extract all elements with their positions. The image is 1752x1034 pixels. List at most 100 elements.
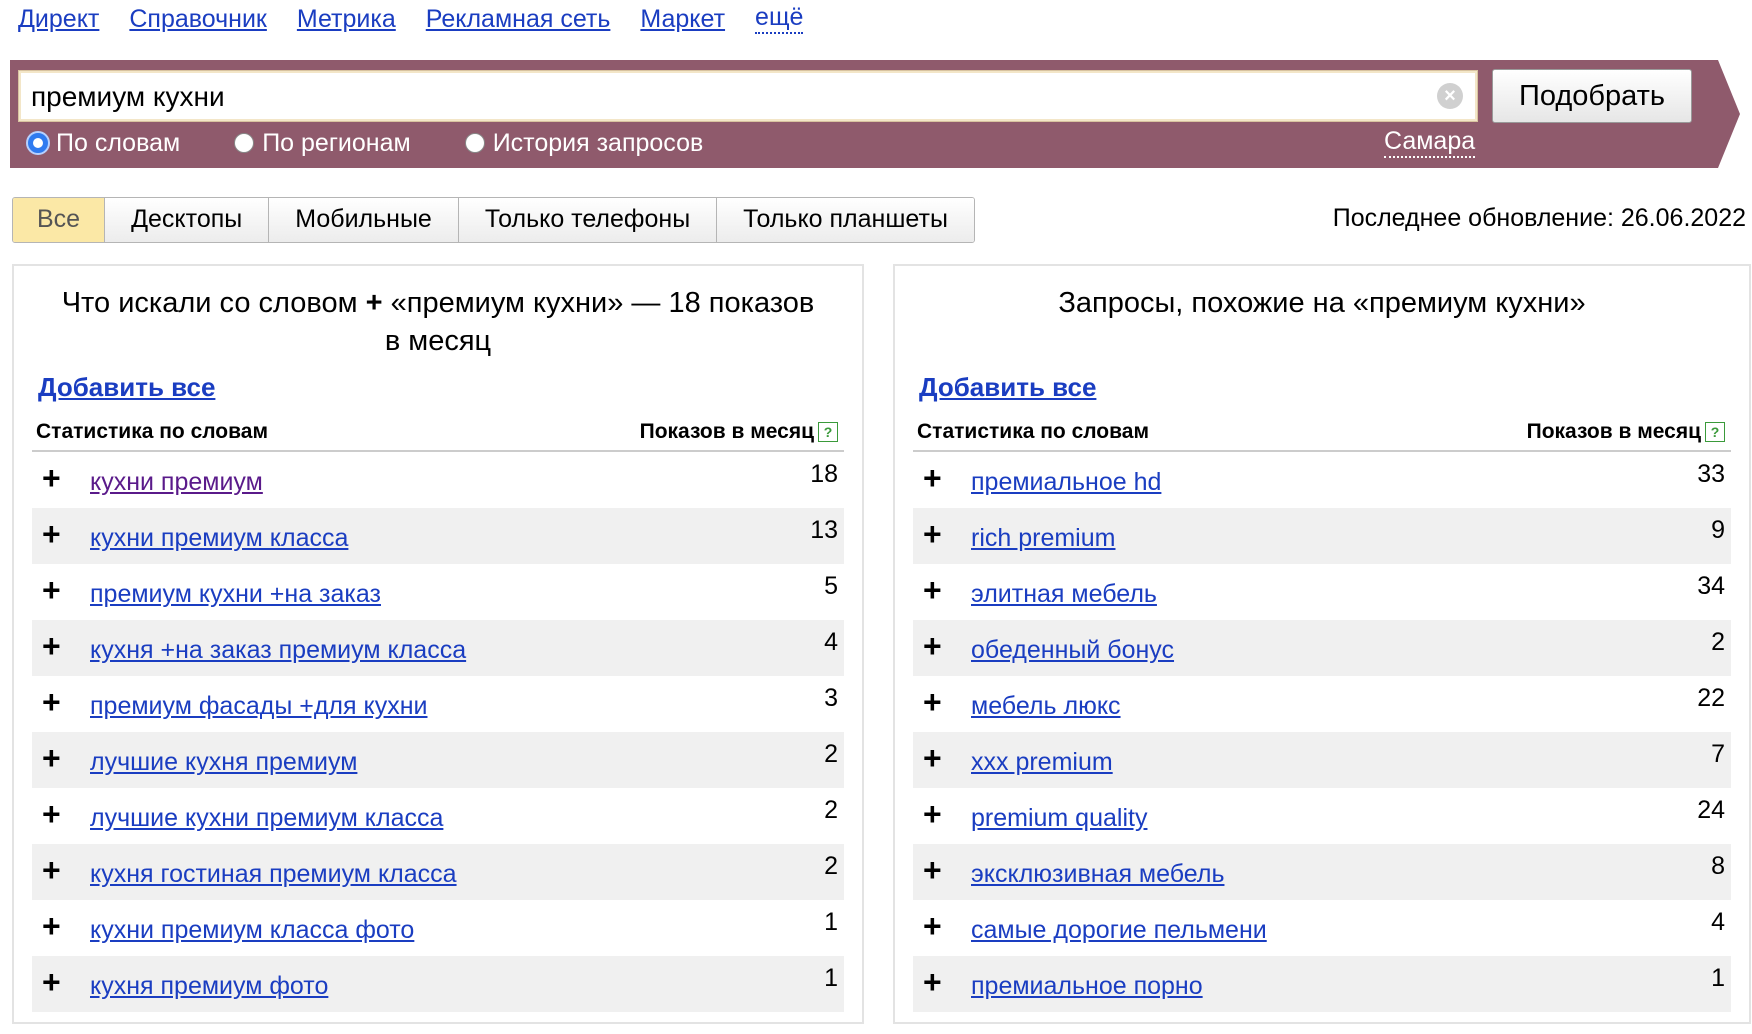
- left-panel: Что искали со словом + «премиум кухни» —…: [12, 264, 864, 1024]
- add-phrase-plus-icon[interactable]: +: [42, 798, 61, 830]
- col-counts: Показов в месяц?: [1527, 420, 1725, 444]
- impressions-count: 22: [1697, 684, 1725, 712]
- radio-by-regions[interactable]: По регионам: [234, 126, 411, 160]
- add-phrase-plus-icon[interactable]: +: [42, 966, 61, 998]
- search-box: ×: [18, 70, 1478, 123]
- add-phrase-plus-icon[interactable]: +: [923, 798, 942, 830]
- table-row: + кухни премиум класса 13: [32, 508, 844, 564]
- add-phrase-plus-icon[interactable]: +: [923, 686, 942, 718]
- add-phrase-plus-icon[interactable]: +: [42, 686, 61, 718]
- impressions-count: 8: [1711, 852, 1725, 880]
- add-phrase-plus-icon[interactable]: +: [923, 462, 942, 494]
- help-icon[interactable]: ?: [818, 422, 838, 442]
- phrase-link[interactable]: премиум фасады +для кухни: [90, 692, 427, 721]
- radio-history[interactable]: История запросов: [464, 126, 703, 160]
- tab-mobile[interactable]: Мобильные: [269, 198, 459, 242]
- impressions-count: 1: [824, 964, 838, 992]
- tab-phones-only[interactable]: Только телефоны: [458, 198, 718, 242]
- radio-dot: [234, 133, 255, 153]
- radio-dot: [28, 133, 48, 153]
- phrase-link[interactable]: xxx premium: [971, 748, 1113, 777]
- phrase-link[interactable]: премиальное порно: [971, 972, 1203, 1001]
- last-update: Последнее обновление: 26.06.2022: [1332, 204, 1746, 232]
- help-icon[interactable]: ?: [1705, 422, 1725, 442]
- impressions-count: 24: [1697, 796, 1725, 824]
- add-phrase-plus-icon[interactable]: +: [923, 966, 942, 998]
- add-phrase-plus-icon[interactable]: +: [42, 574, 61, 606]
- phrase-link[interactable]: rich premium: [971, 524, 1115, 553]
- add-phrase-plus-icon[interactable]: +: [42, 518, 61, 550]
- phrase-link[interactable]: кухня гостиная премиум класса: [90, 860, 457, 889]
- right-panel-title: Запросы, похожие на «премиум кухни»: [1058, 287, 1586, 319]
- add-phrase-plus-icon[interactable]: +: [42, 462, 61, 494]
- add-all-link[interactable]: Добавить все: [38, 372, 215, 403]
- impressions-count: 2: [824, 852, 838, 880]
- add-phrase-plus-icon[interactable]: +: [923, 574, 942, 606]
- table-row: + премиум кухни +на заказ 5: [32, 564, 844, 620]
- nav-metrika[interactable]: Метрика: [297, 2, 396, 36]
- phrase-link[interactable]: элитная мебель: [971, 580, 1157, 609]
- phrase-link[interactable]: лучшие кухни премиум класса: [90, 804, 443, 833]
- search-mode-radios: По словам По регионам История запросов: [28, 126, 757, 160]
- impressions-count: 2: [1711, 628, 1725, 656]
- add-phrase-plus-icon[interactable]: +: [923, 1022, 942, 1024]
- add-phrase-plus-icon[interactable]: +: [42, 910, 61, 942]
- nav-ad-network[interactable]: Рекламная сеть: [426, 2, 611, 36]
- radio-by-words[interactable]: По словам: [28, 126, 180, 160]
- table-row: + premium quality 24: [913, 788, 1731, 844]
- phrase-link[interactable]: кухни премиум класса фото: [90, 916, 414, 945]
- nav-more[interactable]: ещё: [755, 4, 804, 34]
- impressions-count: 2: [824, 796, 838, 824]
- table-row: + лучшие кухни премиум класса 2: [32, 788, 844, 844]
- impressions-count: 1: [824, 908, 838, 936]
- table-row: + самые дорогие пельмени 4: [913, 900, 1731, 956]
- add-phrase-plus-icon[interactable]: +: [42, 742, 61, 774]
- table-row: + rich premium 9: [913, 508, 1731, 564]
- phrase-link[interactable]: кухня премиум фото: [90, 972, 328, 1001]
- clear-icon[interactable]: ×: [1437, 83, 1463, 109]
- add-phrase-plus-icon[interactable]: +: [923, 518, 942, 550]
- col-words: Статистика по словам: [917, 420, 1149, 443]
- table-header: Статистика по словам Показов в месяц?: [32, 418, 844, 452]
- nav-directory[interactable]: Справочник: [129, 2, 267, 36]
- phrase-link[interactable]: премиальное hd: [971, 468, 1161, 497]
- phrase-link[interactable]: мебель люкс: [971, 692, 1121, 721]
- impressions-count: 4: [824, 628, 838, 656]
- table-row: + кухня премиум фото 1: [32, 956, 844, 1012]
- nav-direct[interactable]: Директ: [18, 2, 99, 36]
- impressions-count: 5: [824, 572, 838, 600]
- tab-all[interactable]: Все: [13, 198, 106, 242]
- phrase-link[interactable]: премиум кухни +на заказ: [90, 580, 381, 609]
- add-phrase-plus-icon[interactable]: +: [42, 630, 61, 662]
- phrase-link[interactable]: лучшие кухня премиум: [90, 748, 357, 777]
- add-phrase-plus-icon[interactable]: +: [923, 742, 942, 774]
- phrase-link[interactable]: кухни премиум класса: [90, 524, 348, 553]
- tab-tablets-only[interactable]: Только планшеты: [717, 198, 974, 242]
- phrase-link[interactable]: кухня +на заказ премиум класса: [90, 636, 466, 665]
- top-nav: Директ Справочник Метрика Рекламная сеть…: [18, 2, 804, 36]
- phrase-link[interactable]: кухни премиум: [90, 468, 263, 497]
- plus-icon: +: [365, 287, 383, 319]
- submit-button[interactable]: Подобрать: [1492, 69, 1692, 123]
- add-phrase-plus-icon[interactable]: +: [923, 630, 942, 662]
- phrase-link[interactable]: эксклюзивная мебель: [971, 860, 1224, 889]
- table-row: + xxx premium 7: [913, 732, 1731, 788]
- nav-market[interactable]: Маркет: [640, 2, 725, 36]
- search-input[interactable]: [29, 71, 1433, 123]
- impressions-count: 7: [1711, 740, 1725, 768]
- impressions-count: 18: [810, 460, 838, 488]
- left-panel-title: Что искали со словом + «премиум кухни» —…: [61, 287, 815, 357]
- add-phrase-plus-icon[interactable]: +: [923, 854, 942, 886]
- right-panel: Запросы, похожие на «премиум кухни» Доба…: [893, 264, 1751, 1024]
- table-row: + кухни премиум 18: [32, 452, 844, 508]
- phrase-link[interactable]: premium quality: [971, 804, 1147, 833]
- region-link[interactable]: Самара: [1384, 126, 1476, 158]
- impressions-count: 3: [824, 684, 838, 712]
- tab-desktops[interactable]: Десктопы: [105, 198, 270, 242]
- phrase-link[interactable]: обеденный бонус: [971, 636, 1174, 665]
- add-phrase-plus-icon[interactable]: +: [923, 910, 942, 942]
- add-phrase-plus-icon[interactable]: +: [42, 854, 61, 886]
- phrase-link[interactable]: самые дорогие пельмени: [971, 916, 1267, 945]
- add-all-link[interactable]: Добавить все: [919, 372, 1096, 403]
- left-rows: + кухни премиум 18 + кухни премиум класса 1 3 +…: [32, 452, 844, 1012]
